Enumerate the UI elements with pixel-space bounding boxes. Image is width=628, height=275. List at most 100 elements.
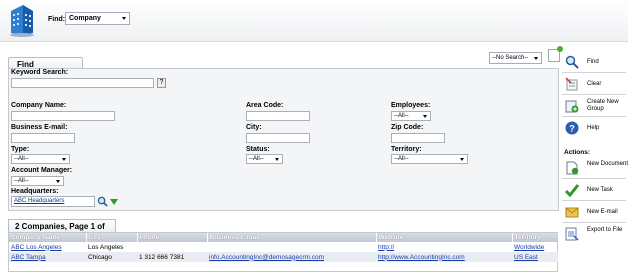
new-document-label: New Document: [587, 161, 628, 167]
business-email-input[interactable]: [11, 133, 75, 143]
results-grid: Company Name City Phone Business E-mail …: [8, 232, 559, 272]
find-button-label: Find: [587, 59, 599, 65]
company-link[interactable]: ABC Tampa: [11, 254, 46, 261]
company-link[interactable]: ABC Los Angeles: [11, 244, 62, 251]
top-bar: Find: Company: [0, 0, 628, 42]
sidebar-divider: [562, 178, 626, 179]
phone-cell: [137, 242, 207, 252]
employees-label: Employees:: [391, 102, 431, 109]
table-row: ABC Tampa Chicago 1 312 666 7381 info.Ac…: [9, 252, 558, 262]
type-select[interactable]: --All--: [11, 154, 70, 164]
sidebar-divider: [562, 94, 626, 95]
find-label: Find:: [48, 16, 66, 23]
help-icon: ?: [565, 121, 579, 135]
column-header-city[interactable]: City: [86, 233, 138, 242]
company-name-input[interactable]: [11, 111, 115, 121]
help-button[interactable]: ? Help: [563, 119, 628, 139]
chevron-down-icon: [122, 17, 126, 20]
account-manager-label: Account Manager:: [11, 167, 73, 174]
column-header-phone[interactable]: Phone: [137, 233, 208, 242]
area-code-input[interactable]: [246, 111, 310, 121]
zip-code-label: Zip Code:: [391, 124, 424, 131]
actions-heading: Actions:: [564, 149, 590, 156]
new-document-icon: [566, 161, 579, 175]
phone-cell: 1 312 666 7381: [137, 252, 207, 262]
headquarters-dropdown-icon[interactable]: [110, 199, 118, 205]
find-entity-value: Company: [69, 15, 101, 22]
find-panel: Find --No Search-- Keyword Search: ? Com…: [5, 44, 563, 212]
type-value: --All--: [14, 156, 29, 162]
svg-text:?: ?: [569, 124, 575, 134]
employees-value: --All--: [394, 113, 409, 119]
search-form: Keyword Search: ? Company Name: Area Cod…: [8, 68, 559, 211]
new-email-button[interactable]: New E-mail: [563, 203, 628, 223]
website-link[interactable]: http://www.AccountingInc.com: [378, 254, 465, 261]
column-header-territory[interactable]: Territory: [512, 233, 559, 242]
export-button[interactable]: Export to File: [563, 225, 628, 245]
territory-select[interactable]: --All--: [391, 154, 468, 164]
new-task-button[interactable]: New Task: [563, 181, 628, 201]
status-select[interactable]: --All--: [246, 154, 283, 164]
column-header-business-email[interactable]: Business E-mail: [207, 233, 377, 242]
company-name-label: Company Name:: [11, 102, 67, 109]
table-row: ABC Los Angeles Los Angeles http:// Worl…: [9, 242, 558, 252]
chevron-down-icon: [460, 158, 464, 161]
account-manager-select[interactable]: --All--: [11, 176, 64, 186]
clear-icon: [565, 77, 578, 91]
chevron-down-icon: [423, 115, 427, 118]
new-saved-search-icon[interactable]: [548, 46, 563, 62]
clear-button[interactable]: Clear: [563, 75, 628, 95]
create-group-button[interactable]: Create New Group: [563, 97, 628, 117]
area-code-label: Area Code:: [246, 102, 284, 109]
results-table: Company Name City Phone Business E-mail …: [9, 233, 559, 262]
new-task-label: New Task: [587, 187, 613, 193]
sidebar-divider: [562, 200, 626, 201]
create-group-label: Create New Group: [587, 99, 619, 112]
new-document-button[interactable]: New Document: [563, 159, 628, 179]
chevron-down-icon: [56, 180, 60, 183]
chevron-down-icon: [275, 158, 279, 161]
magnifier-icon: [565, 55, 579, 69]
status-value: --All--: [249, 156, 264, 162]
type-label: Type:: [11, 146, 30, 153]
sidebar-divider: [562, 116, 626, 117]
employees-select[interactable]: --All--: [391, 111, 431, 121]
territory-value: --All--: [394, 156, 409, 162]
clear-button-label: Clear: [587, 81, 602, 87]
new-task-icon: [565, 184, 579, 197]
account-manager-value: --All--: [14, 178, 29, 184]
magnifier-icon[interactable]: [97, 196, 108, 207]
column-header-company-name[interactable]: Company Name: [9, 233, 87, 242]
territory-link[interactable]: Worldwide: [514, 244, 544, 251]
saved-search-select[interactable]: --No Search--: [489, 52, 542, 64]
chevron-down-icon: [534, 57, 538, 60]
help-button-label: Help: [587, 125, 600, 131]
headquarters-label: Headquarters:: [11, 188, 59, 195]
business-email-label: Business E-mail:: [11, 124, 68, 131]
create-group-icon: [565, 100, 579, 113]
website-link[interactable]: http://: [378, 244, 394, 251]
zip-code-input[interactable]: [391, 133, 445, 143]
territory-label: Territory:: [391, 146, 422, 153]
city-cell: Chicago: [86, 252, 137, 262]
keyword-search-input[interactable]: [11, 78, 154, 88]
chevron-down-icon: [62, 158, 66, 161]
keyword-help-button[interactable]: ?: [157, 78, 166, 88]
city-input[interactable]: [246, 133, 310, 143]
sidebar-divider: [562, 72, 626, 73]
building-logo-icon: [10, 5, 34, 37]
column-header-website[interactable]: Website: [376, 233, 513, 242]
city-label: City:: [246, 124, 262, 131]
city-cell: Los Angeles: [88, 243, 124, 251]
headquarters-input[interactable]: ABC Headquarters: [11, 196, 95, 207]
email-link[interactable]: info.AccountingInc@demosagecrm.com: [209, 254, 324, 261]
status-label: Status:: [246, 146, 270, 153]
territory-link[interactable]: US East: [514, 254, 538, 261]
email-cell: [207, 242, 376, 252]
sidebar-divider: [562, 222, 626, 223]
table-header-row: Company Name City Phone Business E-mail …: [9, 233, 559, 242]
find-button[interactable]: Find: [563, 53, 628, 73]
keyword-search-label: Keyword Search:: [11, 69, 69, 76]
find-entity-select[interactable]: Company: [65, 12, 130, 25]
results-tab[interactable]: 2 Companies, Page 1 of 1: [8, 219, 116, 240]
